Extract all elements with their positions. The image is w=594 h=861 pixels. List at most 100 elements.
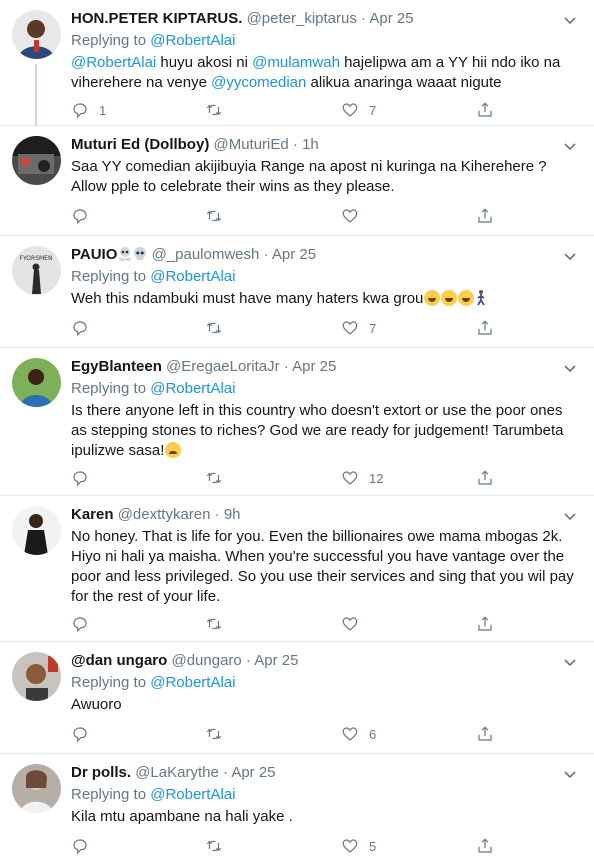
tweet[interactable]: EgyBlanteen @EregaeLoritaJr · Apr 25 Rep… <box>0 348 594 496</box>
mention-link[interactable]: @RobertAlai <box>150 268 235 285</box>
share-icon <box>478 838 492 853</box>
tweet-header: PAUIO @_paulomwesh · Apr 25 <box>71 245 576 265</box>
share-button[interactable] <box>476 468 494 488</box>
tweet[interactable]: @dan ungaro @dungaro · Apr 25 Replying t… <box>0 642 594 754</box>
text-segment: Weh this ndambuki must have many haters … <box>71 290 424 307</box>
user-handle[interactable]: @dungaro <box>171 652 241 669</box>
like-button[interactable]: 7 <box>341 318 376 338</box>
heart-icon <box>342 471 358 485</box>
avatar[interactable] <box>12 10 61 59</box>
timestamp[interactable]: Apr 25 <box>292 358 336 375</box>
timestamp[interactable]: Apr 25 <box>231 764 275 781</box>
chevron-down-icon[interactable] <box>562 138 578 154</box>
share-button[interactable] <box>476 724 494 744</box>
share-button[interactable] <box>476 318 494 338</box>
laughing-emoji <box>458 290 475 306</box>
avatar[interactable]: FYORSMEN <box>12 246 61 295</box>
retweet-button[interactable] <box>205 724 233 744</box>
mention-link[interactable]: @yycomedian <box>211 74 306 91</box>
avatar[interactable] <box>12 358 61 407</box>
share-button[interactable] <box>476 836 494 856</box>
tweet-content: PAUIO @_paulomwesh · Apr 25 Replying to … <box>71 245 576 309</box>
avatar[interactable] <box>12 136 61 185</box>
reply-button[interactable] <box>71 206 99 226</box>
user-handle[interactable]: @MuturiEd <box>213 136 288 153</box>
retweet-button[interactable] <box>205 206 233 226</box>
retweet-button[interactable] <box>205 468 233 488</box>
tweet-text: Kila mtu apambane na hali yake . <box>71 808 293 825</box>
retweet-button[interactable] <box>205 614 233 634</box>
display-name[interactable]: @dan ungaro <box>71 652 167 669</box>
timestamp[interactable]: Apr 25 <box>254 652 298 669</box>
display-name[interactable]: Dr polls. <box>71 764 131 781</box>
timestamp[interactable]: 9h <box>224 506 241 523</box>
reply-button[interactable]: 1 <box>71 100 106 120</box>
mention-link[interactable]: @RobertAlai <box>150 380 235 397</box>
chevron-down-icon[interactable] <box>562 654 578 670</box>
chevron-down-icon[interactable] <box>562 12 578 28</box>
tweet-text: Weh this ndambuki must have many haters … <box>71 289 576 309</box>
reply-button[interactable] <box>71 724 99 744</box>
user-handle[interactable]: @dexttykaren <box>118 506 211 523</box>
like-button[interactable] <box>341 614 369 634</box>
tweet-actions <box>71 206 541 226</box>
reply-button[interactable] <box>71 468 99 488</box>
laughing-emoji <box>424 290 441 306</box>
display-name[interactable]: PAUIO <box>71 246 117 263</box>
chevron-down-icon[interactable] <box>562 766 578 782</box>
avatar[interactable] <box>12 652 61 701</box>
mention-link[interactable]: @RobertAlai <box>150 786 235 803</box>
separator: · <box>283 358 289 375</box>
mention-link[interactable]: @RobertAlai <box>150 674 235 691</box>
reply-button[interactable] <box>71 318 99 338</box>
reply-button[interactable] <box>71 614 99 634</box>
retweet-button[interactable] <box>205 836 233 856</box>
retweet-icon <box>206 840 222 852</box>
chevron-down-icon[interactable] <box>562 508 578 524</box>
tweet-content: Dr polls. @LaKarythe · Apr 25 Replying t… <box>71 763 576 827</box>
display-name[interactable]: EgyBlanteen <box>71 358 162 375</box>
share-icon <box>478 102 492 117</box>
tweet-text: @RobertAlai huyu akosi ni @mulamwah haje… <box>71 53 576 93</box>
like-button[interactable]: 12 <box>341 468 383 488</box>
separator: · <box>214 506 220 523</box>
like-button[interactable] <box>341 206 369 226</box>
tweet[interactable]: FYORSMEN PAUIO @_paulomwesh · Apr 25 Rep… <box>0 236 594 348</box>
person-walking-emoji <box>477 290 486 306</box>
tweet[interactable]: Karen @dexttykaren · 9h No honey. That i… <box>0 496 594 642</box>
user-handle[interactable]: @EregaeLoritaJr <box>166 358 280 375</box>
user-handle[interactable]: @_paulomwesh <box>152 246 260 263</box>
share-button[interactable] <box>476 100 494 120</box>
display-name[interactable]: Karen <box>71 506 114 523</box>
chevron-down-icon[interactable] <box>562 360 578 376</box>
share-button[interactable] <box>476 206 494 226</box>
user-handle[interactable]: @peter_kiptarus <box>247 10 357 27</box>
heart-icon <box>342 727 358 741</box>
retweet-button[interactable] <box>205 318 233 338</box>
timestamp[interactable]: Apr 25 <box>272 246 316 263</box>
tweet[interactable]: Muturi Ed (Dollboy) @MuturiEd · 1h Saa Y… <box>0 126 594 236</box>
chevron-down-icon[interactable] <box>562 248 578 264</box>
share-button[interactable] <box>476 614 494 634</box>
avatar[interactable] <box>12 506 61 555</box>
replying-label: Replying to <box>71 380 147 397</box>
tweet[interactable]: Dr polls. @LaKarythe · Apr 25 Replying t… <box>0 754 594 861</box>
tweet-header: Muturi Ed (Dollboy) @MuturiEd · 1h <box>71 135 576 155</box>
timestamp[interactable]: Apr 25 <box>369 10 413 27</box>
mention-link[interactable]: @mulamwah <box>252 54 340 71</box>
display-name[interactable]: Muturi Ed (Dollboy) <box>71 136 209 153</box>
tweet[interactable]: HON.PETER KIPTARUS. @peter_kiptarus · Ap… <box>0 0 594 126</box>
like-count: 7 <box>369 102 377 118</box>
avatar[interactable] <box>12 764 61 813</box>
display-name[interactable]: HON.PETER KIPTARUS. <box>71 10 242 27</box>
like-button[interactable]: 7 <box>341 100 376 120</box>
share-icon <box>478 726 492 741</box>
reply-button[interactable] <box>71 836 99 856</box>
like-button[interactable]: 6 <box>341 724 376 744</box>
mention-link[interactable]: @RobertAlai <box>150 32 235 49</box>
like-button[interactable]: 5 <box>341 836 376 856</box>
retweet-button[interactable] <box>205 100 233 120</box>
timestamp[interactable]: 1h <box>302 136 319 153</box>
user-handle[interactable]: @LaKarythe <box>135 764 219 781</box>
mention-link[interactable]: @RobertAlai <box>71 54 156 71</box>
